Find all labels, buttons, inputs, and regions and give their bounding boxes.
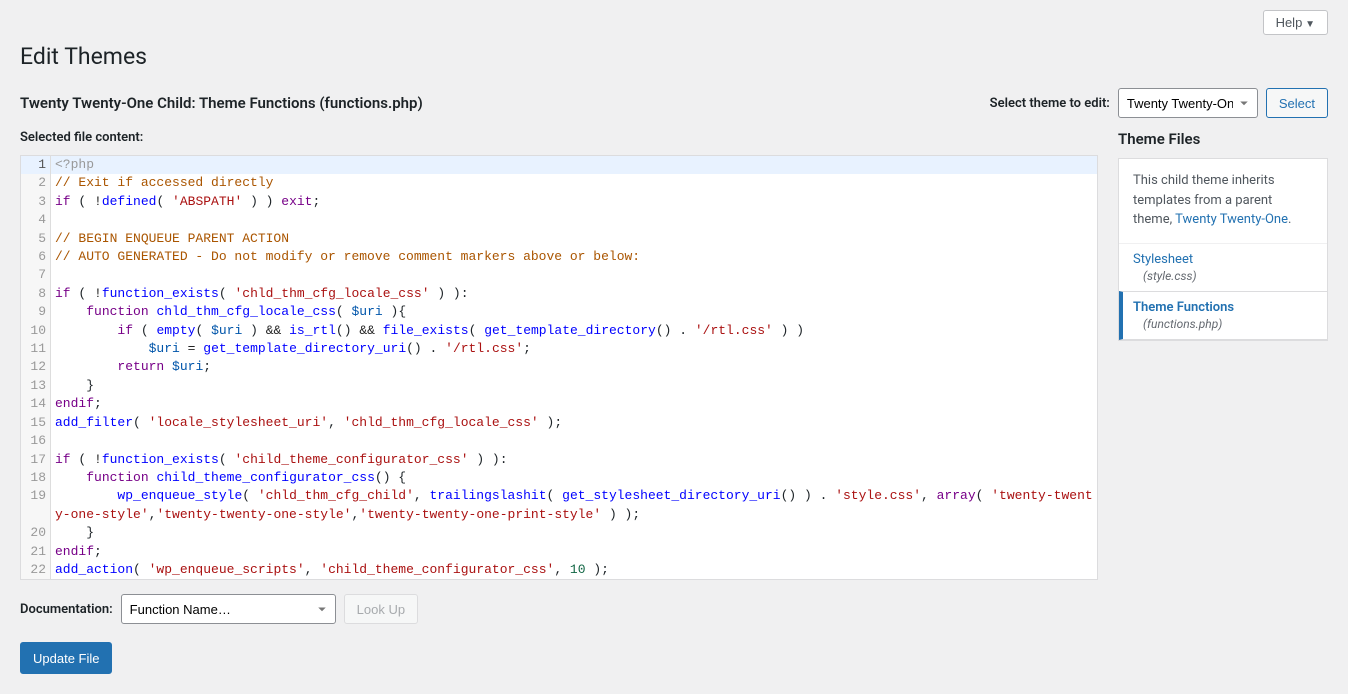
code-line[interactable]: if ( !function_exists( 'child_theme_conf… xyxy=(51,451,1097,469)
theme-select-label: Select theme to edit: xyxy=(990,96,1110,111)
theme-select[interactable]: Twenty Twenty-One Child xyxy=(1118,88,1258,118)
theme-file-heading: Twenty Twenty-One Child: Theme Functions… xyxy=(20,94,423,112)
line-number: 5 xyxy=(21,230,51,248)
line-number: 21 xyxy=(21,543,51,561)
code-editor[interactable]: 1<?php2// Exit if accessed directly3if (… xyxy=(20,155,1098,580)
code-line[interactable]: $uri = get_template_directory_uri() . '/… xyxy=(51,340,1097,358)
code-line[interactable] xyxy=(51,432,1097,450)
code-line[interactable]: function child_theme_configurator_css() … xyxy=(51,469,1097,487)
documentation-select[interactable]: Function Name… xyxy=(121,594,336,624)
page-title: Edit Themes xyxy=(20,43,1328,70)
line-number: 14 xyxy=(21,395,51,413)
select-theme-button[interactable]: Select xyxy=(1266,88,1328,118)
code-line[interactable]: // Exit if accessed directly xyxy=(51,174,1097,192)
line-number: 11 xyxy=(21,340,51,358)
code-line[interactable]: endif; xyxy=(51,395,1097,413)
line-number: 8 xyxy=(21,285,51,303)
line-number: 6 xyxy=(21,248,51,266)
parent-theme-link[interactable]: Twenty Twenty-One xyxy=(1175,212,1288,227)
line-number: 15 xyxy=(21,414,51,432)
theme-file-filename: (style.css) xyxy=(1133,269,1313,283)
update-file-button[interactable]: Update File xyxy=(20,642,112,674)
theme-files-heading: Theme Files xyxy=(1118,130,1328,148)
line-number: 3 xyxy=(21,193,51,211)
code-line[interactable]: if ( empty( $uri ) && is_rtl() && file_e… xyxy=(51,322,1097,340)
code-line[interactable]: // AUTO GENERATED - Do not modify or rem… xyxy=(51,248,1097,266)
code-line[interactable]: return $uri; xyxy=(51,358,1097,376)
code-line[interactable]: if ( !defined( 'ABSPATH' ) ) exit; xyxy=(51,193,1097,211)
code-line[interactable]: <?php xyxy=(51,156,1097,174)
code-line[interactable]: add_action( 'wp_enqueue_scripts', 'child… xyxy=(51,561,1097,579)
line-number: 18 xyxy=(21,469,51,487)
code-line[interactable]: } xyxy=(51,377,1097,395)
theme-file-item[interactable]: Theme Functions (functions.php) xyxy=(1119,291,1327,340)
line-number: 17 xyxy=(21,451,51,469)
line-number: 13 xyxy=(21,377,51,395)
code-line[interactable]: wp_enqueue_style( 'chld_thm_cfg_child', … xyxy=(51,487,1097,524)
theme-file-filename: (functions.php) xyxy=(1133,317,1313,331)
help-button[interactable]: Help xyxy=(1263,10,1328,35)
lookup-button[interactable]: Look Up xyxy=(344,594,418,624)
line-number: 9 xyxy=(21,303,51,321)
selected-file-label: Selected file content: xyxy=(20,130,1098,145)
line-number: 7 xyxy=(21,266,51,284)
theme-file-label: Stylesheet xyxy=(1133,252,1313,267)
code-line[interactable]: add_filter( 'locale_stylesheet_uri', 'ch… xyxy=(51,414,1097,432)
code-line[interactable]: // BEGIN ENQUEUE PARENT ACTION xyxy=(51,230,1097,248)
theme-files-description: This child theme inherits templates from… xyxy=(1119,159,1327,243)
line-number: 16 xyxy=(21,432,51,450)
code-line[interactable]: } xyxy=(51,524,1097,542)
code-line[interactable]: endif; xyxy=(51,543,1097,561)
line-number: 4 xyxy=(21,211,51,229)
documentation-label: Documentation: xyxy=(20,602,113,617)
code-line[interactable]: function chld_thm_cfg_locale_css( $uri )… xyxy=(51,303,1097,321)
line-number: 19 xyxy=(21,487,51,524)
code-line[interactable] xyxy=(51,211,1097,229)
code-line[interactable] xyxy=(51,266,1097,284)
line-number: 22 xyxy=(21,561,51,579)
line-number: 1 xyxy=(21,156,51,174)
line-number: 12 xyxy=(21,358,51,376)
line-number: 10 xyxy=(21,322,51,340)
theme-file-item[interactable]: Stylesheet (style.css) xyxy=(1119,243,1327,291)
theme-file-label: Theme Functions xyxy=(1133,300,1313,315)
line-number: 2 xyxy=(21,174,51,192)
code-line[interactable]: if ( !function_exists( 'chld_thm_cfg_loc… xyxy=(51,285,1097,303)
line-number: 20 xyxy=(21,524,51,542)
